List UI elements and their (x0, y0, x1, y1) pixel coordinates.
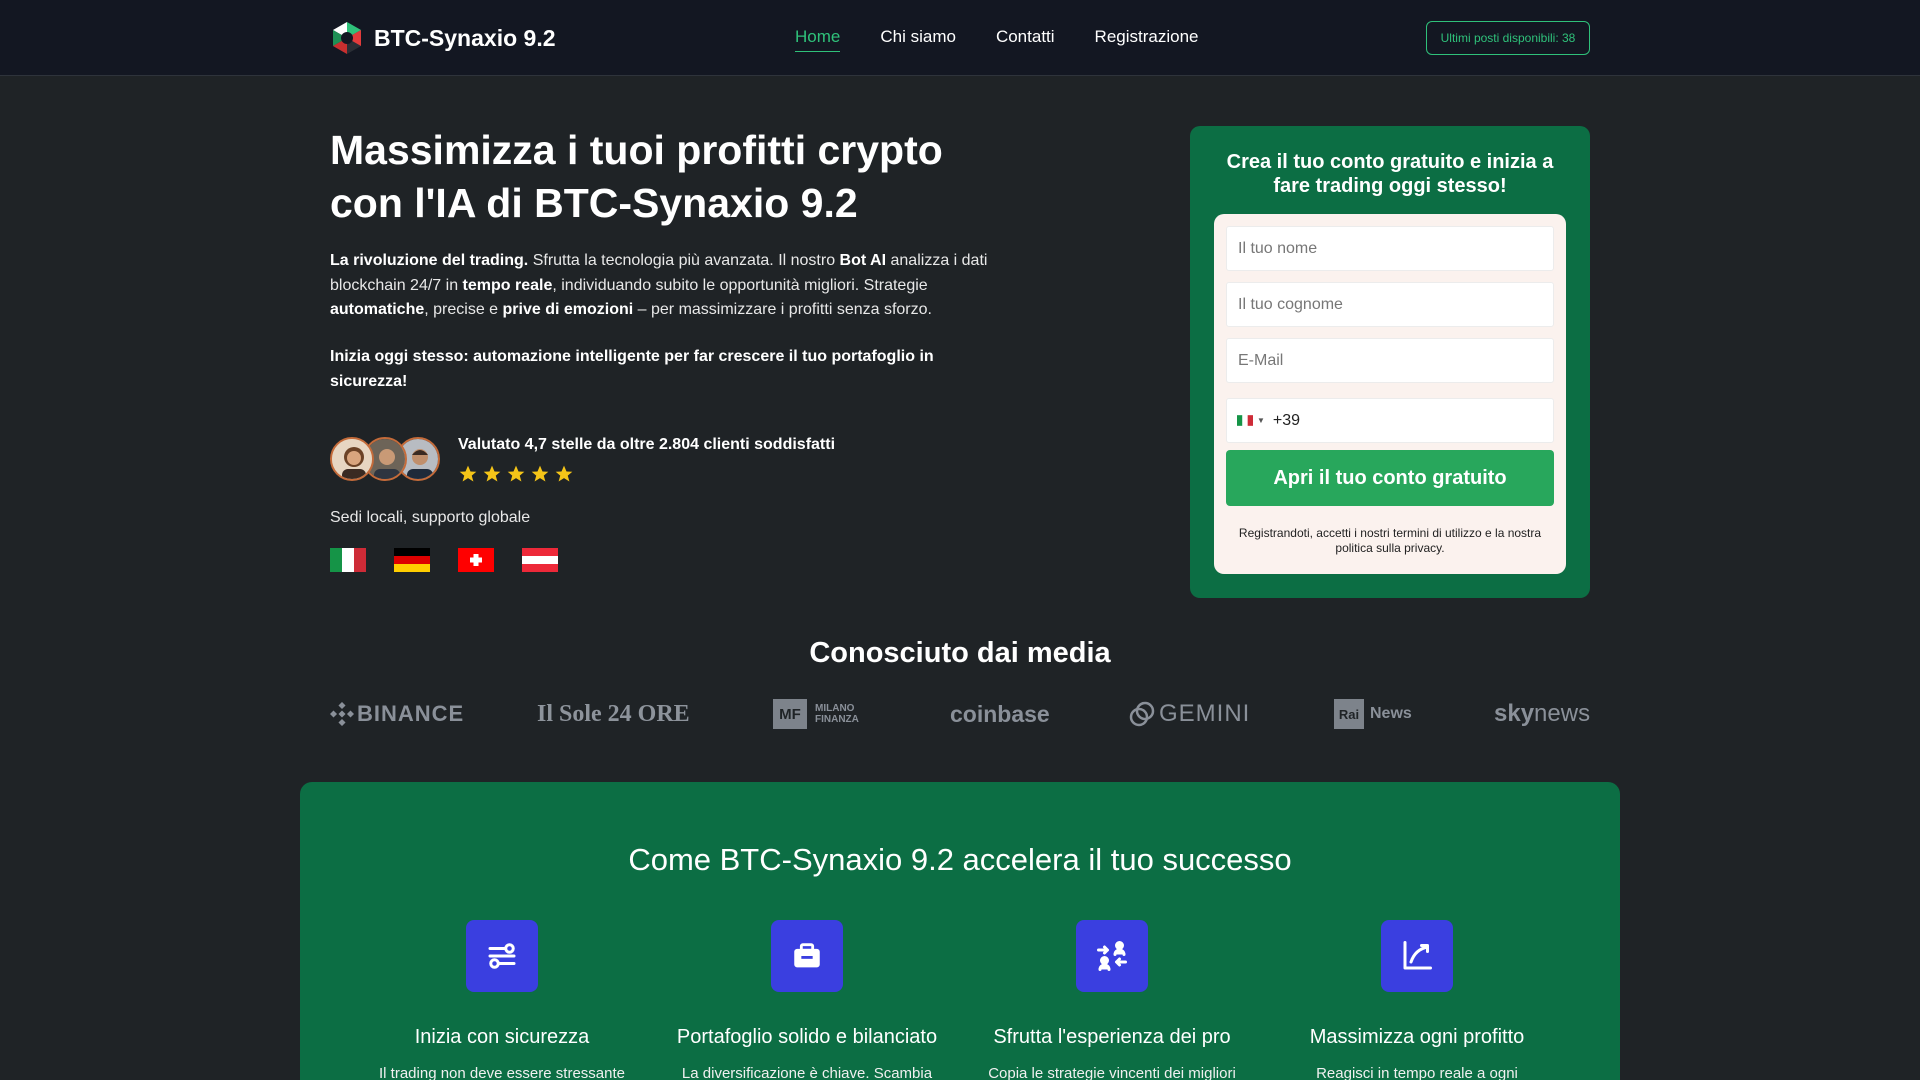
features-title: Come BTC-Synaxio 9.2 accelera il tuo suc… (628, 842, 1292, 877)
feature-desc: Il trading non deve essere stressante (379, 1065, 625, 1080)
mf-line1: MILANO (815, 703, 855, 714)
hero-bold-1: La rivoluzione del trading. (330, 252, 529, 269)
email-input[interactable] (1226, 338, 1554, 383)
milano-finanza-logo: MF MILANO FINANZA (773, 694, 859, 734)
nav-link-contatti[interactable]: Contatti (996, 27, 1055, 52)
signup-title: Crea il tuo conto gratuito e inizia a fa… (1226, 151, 1554, 197)
germany-flag-icon (394, 548, 430, 572)
hero-title-line1: Massimizza i tuoi profitti crypto (330, 127, 943, 173)
rating-stars (458, 464, 578, 484)
avatar (330, 437, 374, 481)
sky-news-logo: sky news (1494, 694, 1590, 734)
hero-bold-2: Bot AI (839, 252, 887, 269)
mf-line2: FINANZA (815, 714, 859, 725)
navbar: BTC-Synaxio 9.2 Home Chi siamo Contatti … (0, 0, 1920, 76)
hero-bold-4: automatiche (330, 301, 425, 318)
rating-text: Valutato 4,7 stelle da oltre 2.804 clien… (458, 436, 836, 453)
star-icon (555, 465, 573, 482)
coinbase-logo: coinbase (950, 700, 1050, 727)
media-title: Conosciuto dai media (809, 637, 1111, 669)
feature-card: Portafoglio solido e bilanciato La diver… (657, 920, 957, 1080)
binance-logo: BINANCE (330, 694, 464, 734)
signup-form: ▼ +39 Apri il tuo conto gratuito Registr… (1214, 214, 1566, 574)
binance-icon (330, 702, 354, 726)
feature-card: Massimizza ogni profitto Reagisci in tem… (1267, 920, 1567, 1080)
features-section: Come BTC-Synaxio 9.2 accelera il tuo suc… (300, 782, 1620, 1080)
last-name-input[interactable] (1226, 282, 1554, 327)
nav-link-registrazione[interactable]: Registrazione (1095, 27, 1199, 52)
customer-avatars (330, 437, 440, 483)
feature-desc: La diversificazione è chiave. Scambia (681, 1065, 933, 1080)
feature-card: Inizia con sicurezza Il trading non deve… (352, 920, 652, 1080)
country-flags (330, 548, 586, 572)
hero-text-3: , individuando subito le opportunità mig… (552, 276, 928, 294)
phone-input[interactable]: ▼ +39 (1226, 398, 1554, 443)
hero-title: Massimizza i tuoi profitti crypto con l'… (330, 124, 1010, 230)
feature-desc: Reagisci in tempo reale a ogni (1316, 1065, 1518, 1080)
gemini-logo-text: GEMINI (1159, 700, 1251, 727)
users-swap-icon (1076, 920, 1148, 992)
switzerland-flag-icon (458, 548, 494, 572)
binance-logo-text: BINANCE (357, 701, 465, 726)
austria-flag-icon (522, 548, 558, 572)
brand-logo-icon (330, 21, 364, 55)
mf-box: MF (773, 699, 807, 729)
nav-link-chi-siamo[interactable]: Chi siamo (880, 27, 956, 52)
hero-bold-5: prive di emozioni (502, 301, 634, 318)
star-icon (507, 465, 525, 482)
feature-title: Portafoglio solido e bilanciato (676, 1026, 938, 1048)
hero-text-4: , precise e (424, 301, 503, 318)
italy-flag-icon[interactable] (1237, 415, 1253, 426)
gemini-logo: GEMINI (1129, 694, 1250, 734)
chart-growth-icon (1381, 920, 1453, 992)
feature-desc: Copia le strategie vincenti dei migliori (988, 1065, 1236, 1080)
rai-box: Rai (1334, 699, 1364, 729)
feature-title: Sfrutta l'esperienza dei pro (993, 1026, 1231, 1048)
sliders-icon (466, 920, 538, 992)
nav-link-home[interactable]: Home (795, 27, 841, 52)
open-account-button[interactable]: Apri il tuo conto gratuito (1226, 450, 1554, 506)
gemini-icon (1129, 701, 1155, 727)
hero-bold-3: tempo reale (462, 276, 553, 294)
hero-text-5: – per massimizzare i profitti senza sfor… (633, 301, 932, 318)
mf-text: MILANO FINANZA (815, 703, 859, 725)
news-text: news (1534, 700, 1591, 727)
chevron-down-icon[interactable]: ▼ (1257, 416, 1265, 425)
hero-title-line2: con l'IA di BTC-Synaxio 9.2 (330, 180, 858, 226)
hero-paragraph: La rivoluzione del trading. Sfrutta la t… (330, 249, 1010, 323)
feature-card: Sfrutta l'esperienza dei pro Copia le st… (962, 920, 1262, 1080)
phone-country-code[interactable]: +39 (1273, 412, 1300, 430)
italy-flag-icon (330, 548, 366, 572)
star-icon (531, 465, 549, 482)
hero-text-1: Sfrutta la tecnologia più avanzata. Il n… (528, 252, 840, 269)
brand-name: BTC-Synaxio 9.2 (374, 24, 556, 51)
rai-news-logo: Rai News (1334, 694, 1412, 734)
nav-links: Home Chi siamo Contatti Registrazione (795, 27, 1239, 52)
first-name-input[interactable] (1226, 226, 1554, 271)
briefcase-icon (771, 920, 843, 992)
feature-title: Inizia con sicurezza (414, 1026, 590, 1048)
hero-cta-text: Inizia oggi stesso: automazione intellig… (330, 348, 934, 390)
locations-text: Sedi locali, supporto globale (330, 509, 531, 526)
star-icon (459, 465, 477, 482)
star-icon (483, 465, 501, 482)
terms-text: Registrandoti, accetti i nostri termini … (1238, 526, 1542, 555)
signup-card: Crea il tuo conto gratuito e inizia a fa… (1190, 126, 1590, 598)
feature-title: Massimizza ogni profitto (1309, 1026, 1525, 1048)
brand[interactable]: BTC-Synaxio 9.2 (330, 21, 556, 55)
sky-text: sky (1494, 700, 1535, 727)
sole24ore-logo: Il Sole 24 ORE (537, 700, 690, 727)
rai-news-text: News (1370, 705, 1412, 722)
spots-badge[interactable]: Ultimi posti disponibili: 38 (1426, 21, 1590, 55)
